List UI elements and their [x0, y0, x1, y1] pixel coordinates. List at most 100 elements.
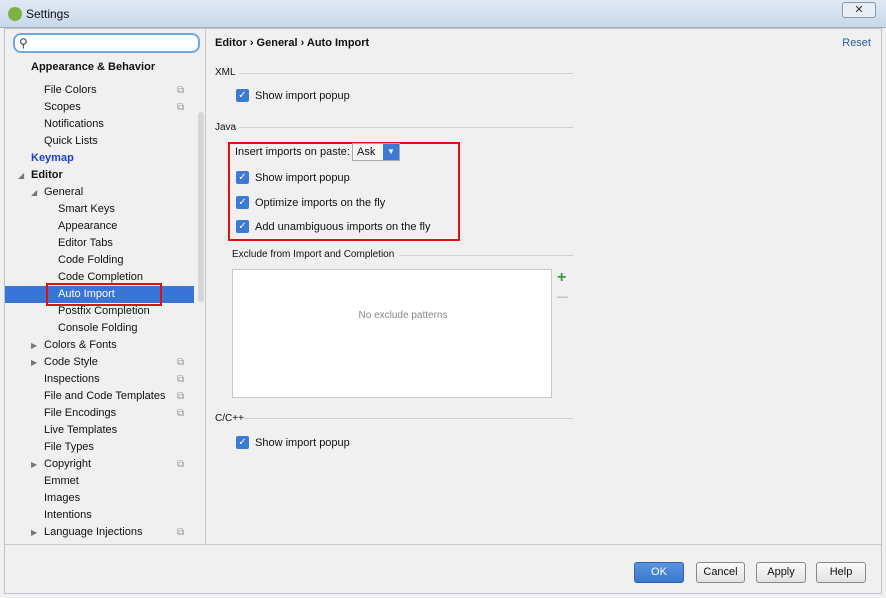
cpp-show-import-popup-checkbox[interactable]: ✓ Show import popup [236, 436, 350, 449]
tree-item[interactable]: File and Code Templates ⧉ [5, 388, 194, 405]
project-settings-icon: ⧉ [177, 527, 185, 538]
collapsed-arrow-icon[interactable]: ▶ [31, 456, 37, 473]
tree-item[interactable]: Appearance & Behavior [5, 59, 194, 76]
checkbox-label: Show import popup [255, 171, 350, 184]
project-settings-icon: ⧉ [177, 357, 185, 368]
xml-show-import-popup-checkbox[interactable]: ✓ Show import popup [236, 89, 350, 102]
tree-item[interactable]: ◢ General [5, 184, 194, 201]
close-button[interactable]: ✕ [842, 2, 876, 18]
apply-button[interactable]: Apply [756, 562, 806, 583]
section-java: Java [215, 122, 237, 133]
app-logo-icon [8, 7, 22, 21]
exclude-patterns-list[interactable]: No exclude patterns [232, 269, 574, 398]
section-xml: XML [215, 67, 236, 78]
ok-button[interactable]: OK [634, 562, 684, 583]
tree-item-label: File Encodings [44, 407, 117, 419]
tree-item-label: Keymap [31, 152, 74, 164]
tree-item[interactable]: File Encodings ⧉ [5, 405, 194, 422]
insert-imports-dropdown[interactable]: Ask ▼ [352, 143, 400, 161]
tree-item-label: File Types [44, 441, 94, 453]
checkmark-icon: ✓ [236, 196, 249, 209]
tree-item[interactable]: ▶ Code Style ⧉ [5, 354, 194, 371]
settings-sidebar: ⚲ Appearance & Behavior File Colors ⧉ Scope… [5, 29, 206, 544]
search-input[interactable]: ⚲ [13, 33, 200, 53]
tree-item[interactable]: ▶ Colors & Fonts [5, 337, 194, 354]
tree-item[interactable]: ▶ Language Injections ⧉ [5, 524, 194, 541]
add-unambiguous-imports-checkbox[interactable]: ✓ Add unambiguous imports on the fly [236, 220, 431, 233]
window-title: Settings [26, 7, 70, 21]
tree-item[interactable]: Inspections ⧉ [5, 371, 194, 388]
tree-item[interactable]: ◢ Editor [5, 167, 194, 184]
highlight-box-auto-import [46, 283, 162, 306]
tree-item-label: Code Folding [58, 254, 124, 266]
divider [5, 544, 881, 545]
project-settings-icon: ⧉ [177, 374, 185, 385]
tree-item[interactable]: Appearance [5, 218, 194, 235]
tree-item-label: Inspections [44, 373, 100, 385]
checkbox-label: Show import popup [255, 436, 350, 449]
search-icon: ⚲ [19, 36, 28, 50]
tree-item[interactable]: Emmet [5, 473, 194, 490]
tree-item[interactable]: Code Folding [5, 252, 194, 269]
tree-item[interactable]: Keymap [5, 150, 194, 167]
tree-item[interactable]: File Colors ⧉ [5, 82, 194, 99]
sidebar-scrollbar[interactable] [198, 112, 204, 302]
tree-item-label: Colors & Fonts [44, 339, 117, 351]
tree-item-label: Editor Tabs [58, 237, 113, 249]
title-bar: Settings ✕ [0, 0, 886, 28]
tree-item-label: General [44, 186, 84, 198]
divider [239, 73, 573, 74]
insert-imports-label: Insert imports on paste: [235, 146, 350, 158]
checkmark-icon: ✓ [236, 436, 249, 449]
checkbox-label: Add unambiguous imports on the fly [255, 220, 431, 233]
tree-item[interactable]: Notifications [5, 116, 194, 133]
tree-item-label: Editor [31, 169, 63, 181]
collapsed-arrow-icon[interactable]: ▶ [31, 337, 37, 354]
project-settings-icon: ⧉ [177, 459, 185, 470]
tree-item[interactable]: ▶ Copyright ⧉ [5, 456, 194, 473]
tree-item[interactable]: Scopes ⧉ [5, 99, 194, 116]
chevron-down-icon: ▼ [383, 144, 399, 160]
main-panel: Editor › General › Auto Import Reset XML… [207, 29, 881, 544]
project-settings-icon: ⧉ [177, 391, 185, 402]
tree-item[interactable]: Live Templates [5, 422, 194, 439]
tree-item-label: Notifications [44, 118, 104, 130]
section-exclude: Exclude from Import and Completion [232, 249, 395, 260]
collapsed-arrow-icon[interactable]: ▶ [31, 354, 37, 371]
tree-item-label: Quick Lists [44, 135, 98, 147]
checkmark-icon: ✓ [236, 89, 249, 102]
divider [241, 418, 573, 419]
optimize-imports-checkbox[interactable]: ✓ Optimize imports on the fly [236, 196, 385, 209]
divider [399, 255, 573, 256]
tree-item-label: Intentions [44, 509, 92, 521]
collapsed-arrow-icon[interactable]: ▶ [31, 524, 37, 541]
tree-item-label: Live Templates [44, 424, 118, 436]
checkbox-label: Show import popup [255, 89, 350, 102]
remove-icon[interactable]: — [557, 291, 568, 303]
tree-item[interactable]: File Types [5, 439, 194, 456]
tree-item-label: Scopes [44, 101, 81, 113]
expanded-arrow-icon[interactable]: ◢ [18, 167, 24, 184]
expanded-arrow-icon[interactable]: ◢ [31, 184, 37, 201]
tree-item[interactable]: Editor Tabs [5, 235, 194, 252]
tree-item-label: Emmet [44, 475, 79, 487]
java-show-import-popup-checkbox[interactable]: ✓ Show import popup [236, 171, 350, 184]
tree-item[interactable]: Intentions [5, 507, 194, 524]
divider [239, 127, 573, 128]
add-icon[interactable]: + [557, 269, 566, 287]
list-toolbar: + — [551, 269, 574, 398]
tree-item[interactable]: Smart Keys [5, 201, 194, 218]
tree-item[interactable]: Images [5, 490, 194, 507]
help-button[interactable]: Help [816, 562, 866, 583]
reset-link[interactable]: Reset [842, 37, 871, 49]
tree-item-label: Smart Keys [58, 203, 115, 215]
checkbox-label: Optimize imports on the fly [255, 196, 386, 209]
tree-item-label: Copyright [44, 458, 92, 470]
tree-item[interactable]: Console Folding [5, 320, 194, 337]
tree-item-label: File Colors [44, 84, 97, 96]
empty-list-text: No exclude patterns [358, 310, 448, 321]
project-settings-icon: ⧉ [177, 102, 185, 113]
tree-item[interactable]: Quick Lists [5, 133, 194, 150]
cancel-button[interactable]: Cancel [696, 562, 745, 583]
checkmark-icon: ✓ [236, 171, 249, 184]
